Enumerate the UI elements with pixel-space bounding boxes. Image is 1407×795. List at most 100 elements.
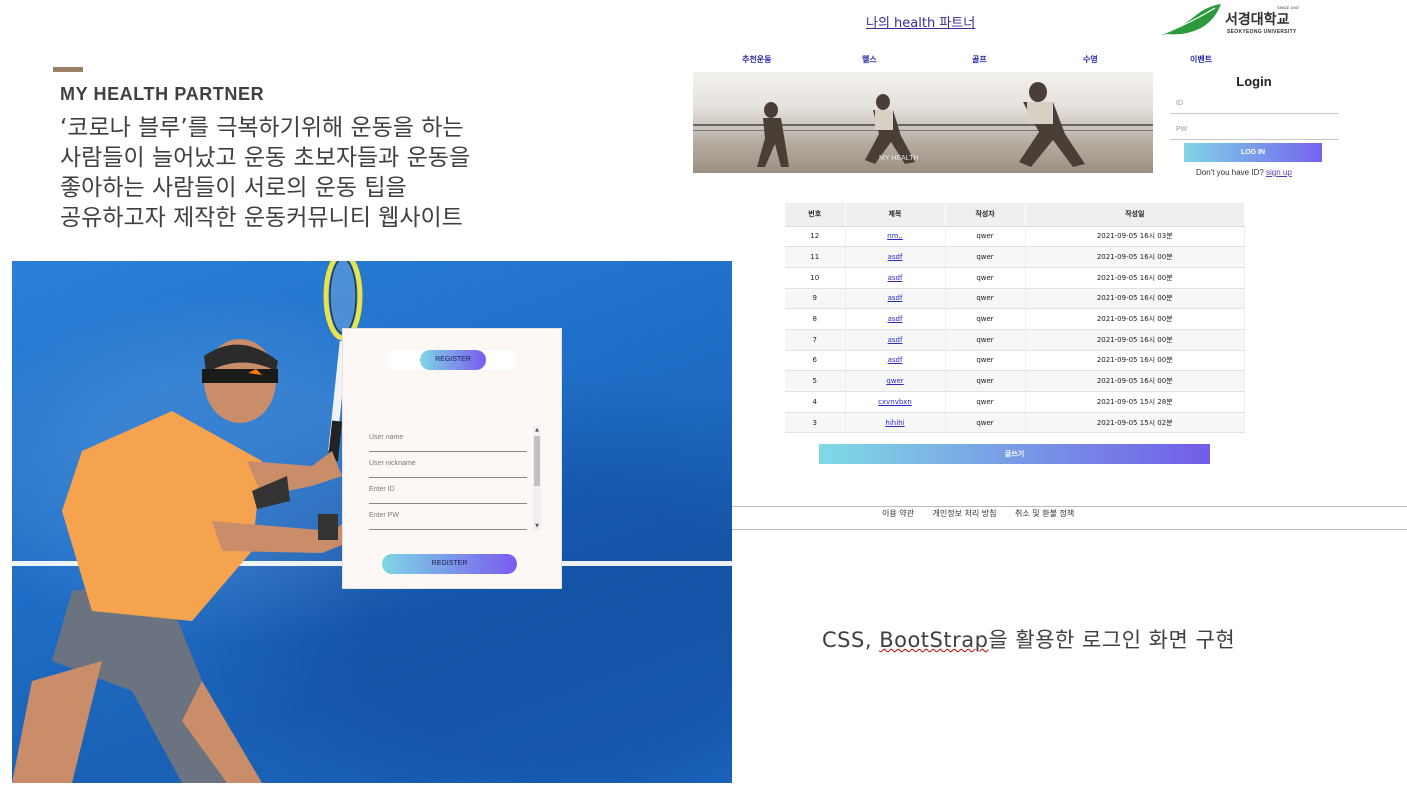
board-table: 번호 제목 작성자 작성일 12 nm,. qwer 2021-09-05 16시 0…: [785, 203, 1245, 434]
post-author: qwer: [945, 226, 1026, 248]
post-subject-link[interactable]: asdf: [845, 267, 946, 289]
signup-prompt: Don't you have ID? sign up: [1196, 168, 1292, 177]
leaf-icon: [1156, 4, 1221, 37]
nav-item-golf[interactable]: 골프: [972, 54, 987, 65]
description-line: 공유하고자 제작한 운동커뮤니티 웹사이트: [60, 205, 463, 231]
scroll-up-icon[interactable]: ▲: [533, 426, 541, 434]
post-date: 2021-09-05 16시 03분: [1025, 226, 1245, 248]
login-box: Login ID PW LOG IN Don't you have ID? si…: [1170, 72, 1338, 182]
post-date: 2021-09-05 15시 02분: [1025, 412, 1245, 434]
logo-name-en: SEOKYEONG UNIVERSITY: [1227, 29, 1297, 35]
post-subject-link[interactable]: qwer: [845, 370, 946, 392]
register-submit-button[interactable]: REGISTER: [382, 554, 517, 574]
nav-item-gym[interactable]: 헬스: [862, 54, 877, 65]
column-header: 번호: [785, 203, 846, 227]
column-header: 작성일: [1025, 203, 1245, 227]
post-author: qwer: [945, 308, 1026, 330]
post-number: 4: [785, 391, 846, 413]
hero-carousel[interactable]: MY HEALTH: [693, 72, 1153, 173]
signup-link[interactable]: sign up: [1266, 168, 1292, 177]
post-author: qwer: [945, 246, 1026, 268]
table-row[interactable]: 3 hihihi qwer 2021-09-05 15시 02분: [785, 412, 1245, 434]
post-subject-link[interactable]: asdf: [845, 350, 946, 372]
nav-item-recommended[interactable]: 추천운동: [742, 54, 771, 65]
description-line: 사람들이 늘어났고 운동 초보자들과 운동을: [60, 145, 471, 171]
nickname-field[interactable]: User nickname: [369, 452, 527, 478]
footer-links: 이용 약관 개인정보 처리 방침 취소 및 환불 정책: [882, 508, 1090, 519]
caption-suffix: 을 활용한 로그인 화면 구현: [988, 628, 1236, 652]
register-card: REGISTER User name User nickname Enter I…: [342, 328, 562, 589]
login-id-input[interactable]: ID: [1170, 94, 1338, 114]
post-date: 2021-09-05 16시 00분: [1025, 267, 1245, 289]
table-header-row: 번호 제목 작성자 작성일: [785, 203, 1245, 227]
login-title: Login: [1236, 74, 1272, 89]
post-number: 3: [785, 412, 846, 434]
post-date: 2021-09-05 16시 00분: [1025, 370, 1245, 392]
pw-field[interactable]: Enter PW: [369, 504, 527, 530]
column-header: 제목: [845, 203, 946, 227]
post-subject-link[interactable]: asdf: [845, 288, 946, 310]
carousel-indicators: [897, 169, 960, 173]
bottom-caption: CSS, BootStrap을 활용한 로그인 화면 구현: [822, 624, 1235, 654]
post-date: 2021-09-05 16시 00분: [1025, 288, 1245, 310]
column-header: 작성자: [945, 203, 1026, 227]
post-number: 9: [785, 288, 846, 310]
table-row[interactable]: 5 qwer qwer 2021-09-05 16시 00분: [785, 370, 1245, 392]
login-button[interactable]: LOG IN: [1184, 143, 1322, 162]
post-subject-link[interactable]: asdf: [845, 246, 946, 268]
post-subject-link[interactable]: asdf: [845, 308, 946, 330]
post-subject-link[interactable]: hihihi: [845, 412, 946, 434]
table-row[interactable]: 6 asdf qwer 2021-09-05 16시 00분: [785, 350, 1245, 372]
post-subject-link[interactable]: asdf: [845, 329, 946, 351]
table-row[interactable]: 10 asdf qwer 2021-09-05 16시 00분: [785, 267, 1245, 289]
post-author: qwer: [945, 267, 1026, 289]
login-pw-input[interactable]: PW: [1170, 120, 1338, 140]
slide-heading: MY HEALTH PARTNER: [60, 84, 265, 104]
table-row[interactable]: 11 asdf qwer 2021-09-05 16시 00분: [785, 246, 1245, 268]
carousel-caption: MY HEALTH: [879, 155, 919, 162]
post-number: 11: [785, 246, 846, 268]
table-row[interactable]: 9 asdf qwer 2021-09-05 16시 00분: [785, 288, 1245, 310]
id-field[interactable]: Enter ID: [369, 478, 527, 504]
post-subject-link[interactable]: cxvnvbxn: [845, 391, 946, 413]
nav-item-event[interactable]: 이벤트: [1190, 54, 1212, 65]
write-post-button[interactable]: 글쓰기: [819, 444, 1210, 464]
footer-link-privacy[interactable]: 개인정보 처리 방침: [933, 509, 997, 518]
signup-prompt-text: Don't you have ID?: [1196, 168, 1264, 177]
post-date: 2021-09-05 16시 00분: [1025, 246, 1245, 268]
nav-item-swim[interactable]: 수영: [1083, 54, 1098, 65]
slide-description: ‘코로나 블루’를 극복하기위해 운동을 하는 사람들이 늘어났고 운동 초보자…: [60, 113, 620, 233]
footer-link-refund[interactable]: 취소 및 환불 정책: [1015, 509, 1074, 518]
register-scrollbar[interactable]: ▲ ▼: [533, 426, 541, 530]
footer-link-terms[interactable]: 이용 약관: [882, 509, 914, 518]
post-author: qwer: [945, 288, 1026, 310]
post-author: qwer: [945, 329, 1026, 351]
post-date: 2021-09-05 16시 00분: [1025, 308, 1245, 330]
post-date: 2021-09-05 16시 00분: [1025, 350, 1245, 372]
runners-illustration: [757, 82, 1085, 167]
caption-bootstrap-word: BootStrap: [879, 628, 989, 652]
post-date: 2021-09-05 15시 28분: [1025, 391, 1245, 413]
post-number: 6: [785, 350, 846, 372]
description-line: 좋아하는 사람들이 서로의 운동 팁을: [60, 175, 407, 201]
post-number: 8: [785, 308, 846, 330]
post-author: qwer: [945, 350, 1026, 372]
footer-divider: [732, 529, 1407, 530]
accent-bar: [53, 67, 83, 72]
post-author: qwer: [945, 391, 1026, 413]
table-row[interactable]: 12 nm,. qwer 2021-09-05 16시 03분: [785, 226, 1245, 248]
post-number: 10: [785, 267, 846, 289]
caption-prefix: CSS,: [822, 628, 880, 652]
register-top-button[interactable]: REGISTER: [420, 350, 486, 370]
scroll-thumb[interactable]: [534, 436, 540, 486]
scroll-down-icon[interactable]: ▼: [533, 522, 541, 530]
table-row[interactable]: 4 cxvnvbxn qwer 2021-09-05 15시 28분: [785, 391, 1245, 413]
post-author: qwer: [945, 370, 1026, 392]
post-number: 5: [785, 370, 846, 392]
post-date: 2021-09-05 16시 00분: [1025, 329, 1245, 351]
post-subject-link[interactable]: nm,.: [845, 226, 946, 248]
username-field[interactable]: User name: [369, 426, 527, 452]
table-row[interactable]: 7 asdf qwer 2021-09-05 16시 00분: [785, 329, 1245, 351]
table-row[interactable]: 8 asdf qwer 2021-09-05 16시 00분: [785, 308, 1245, 330]
site-title[interactable]: 나의 health 파트너: [866, 12, 975, 31]
